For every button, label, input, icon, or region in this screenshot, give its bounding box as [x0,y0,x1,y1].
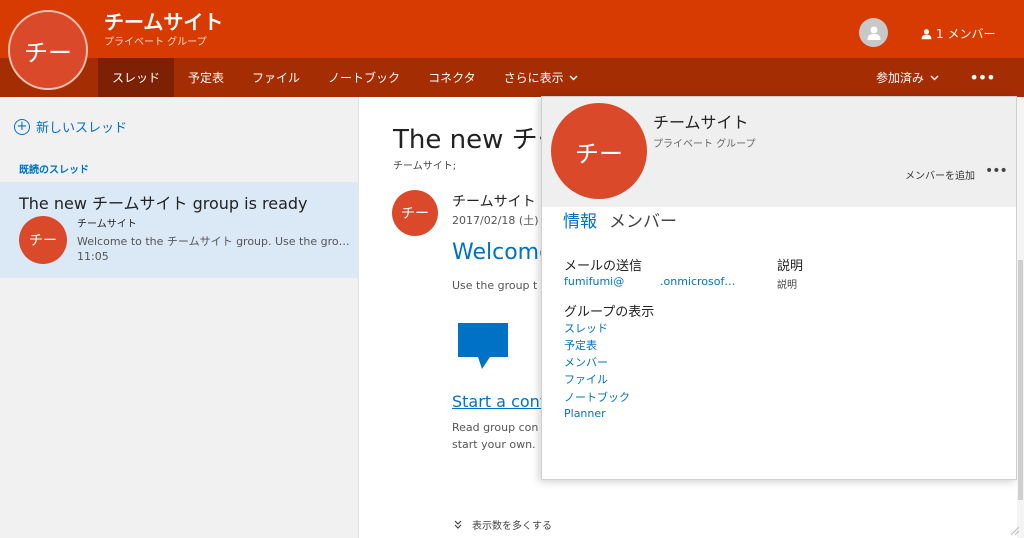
section-label-read: 既読のスレッド [19,165,89,176]
panel-header: チー チームサイト プライベート グループ メンバーを追加 ••• [542,97,1016,207]
group-subtitle: プライベート グループ [104,37,207,48]
group-nav: スレッド 予定表 ファイル ノートブック コネクタ さらに表示 [98,58,592,97]
view-link-planner[interactable]: Planner [564,407,606,420]
view-link-files[interactable]: ファイル [564,371,608,387]
thread-time: 11:05 [77,250,109,263]
view-link-notebook[interactable]: ノートブック [564,389,630,405]
welcome-text: Use the group t [452,279,538,292]
tab-members[interactable]: メンバー [609,207,677,232]
chevron-down-icon [569,74,578,81]
new-thread-button[interactable]: + 新しいスレッド [14,117,127,136]
start-conversation-link[interactable]: Start a conv [452,392,549,411]
conversation-recipients: チームサイト; [393,161,457,172]
view-link-calendar[interactable]: 予定表 [564,337,597,353]
person-icon [921,28,932,39]
plus-icon: + [14,118,30,135]
members-button[interactable]: 1 メンバー [921,25,995,42]
view-link-threads[interactable]: スレッド [564,320,608,336]
tab-info[interactable]: 情報 [563,207,597,232]
thread-preview: Welcome to the チームサイト group. Use the gro… [77,235,353,248]
scrollbar-thumb[interactable] [1018,260,1023,500]
avatar: チー [19,216,67,264]
thread-sender: チームサイト [77,219,137,230]
tab-calendar[interactable]: 予定表 [174,58,238,97]
user-avatar[interactable] [859,18,888,47]
group-avatar[interactable]: チー [8,10,88,90]
conversation-title: The new チー [393,125,564,155]
message-sender: チームサイト [452,194,536,210]
person-icon [867,26,880,40]
double-chevron-down-icon [454,520,462,529]
group-view-label: グループの表示 [564,305,655,320]
more-options-icon[interactable]: ••• [985,163,1008,179]
show-more-button[interactable]: 表示数を多くする [454,517,552,532]
read-group-text: Read group con start your own. [452,419,538,453]
description-value: 説明 [777,280,797,291]
group-avatar-large: チー [551,103,647,199]
welcome-heading: Welcome [452,240,553,265]
tab-more-label: さらに表示 [503,71,564,85]
group-header: チー チームサイト プライベート グループ 1 メンバー スレッド 予定表 ファ… [0,0,1024,97]
group-info-panel: チー チームサイト プライベート グループ メンバーを追加 ••• 情報 メンバ… [541,96,1017,480]
view-link-members[interactable]: メンバー [564,354,608,370]
panel-group-title: チームサイト [653,113,749,132]
tab-files[interactable]: ファイル [238,58,314,97]
joined-button[interactable]: 参加済み [876,58,939,97]
chat-bubble-icon [458,323,508,369]
tab-more[interactable]: さらに表示 [490,58,592,97]
send-mail-label: メールの送信 [564,259,643,274]
group-email-user[interactable]: fumifumi@ [564,275,624,288]
thread-list-item[interactable]: The new チームサイト group is ready チー チームサイト … [0,182,359,278]
thread-list-pane: + 新しいスレッド 既読のスレッド The new チームサイト group i… [0,97,359,538]
show-more-label: 表示数を多くする [472,521,552,532]
tab-connectors[interactable]: コネクタ [414,58,490,97]
message-date: 2017/02/18 (土) [452,214,539,227]
members-count: 1 メンバー [936,27,996,41]
read-group-line-1: Read group con [452,421,539,434]
group-title[interactable]: チームサイト [104,6,223,35]
panel-tabs: 情報 メンバー [563,207,677,232]
resize-grip-icon[interactable] [1008,524,1020,536]
chevron-down-icon [930,74,939,81]
tab-threads[interactable]: スレッド [98,58,175,97]
panel-group-subtitle: プライベート グループ [653,139,756,150]
description-label: 説明 [777,259,804,274]
add-member-button[interactable]: メンバーを追加 [905,167,975,182]
thread-title: The new チームサイト group is ready [19,194,308,213]
tab-notebook[interactable]: ノートブック [314,58,414,97]
joined-label: 参加済み [876,71,925,85]
read-group-line-2: start your own. [452,438,536,451]
more-options-icon[interactable]: ••• [969,64,995,90]
new-thread-label: 新しいスレッド [36,121,128,136]
group-email-domain[interactable]: .onmicrosof… [660,275,735,288]
group-avatar-text: チー [24,38,72,67]
avatar: チー [392,190,438,236]
